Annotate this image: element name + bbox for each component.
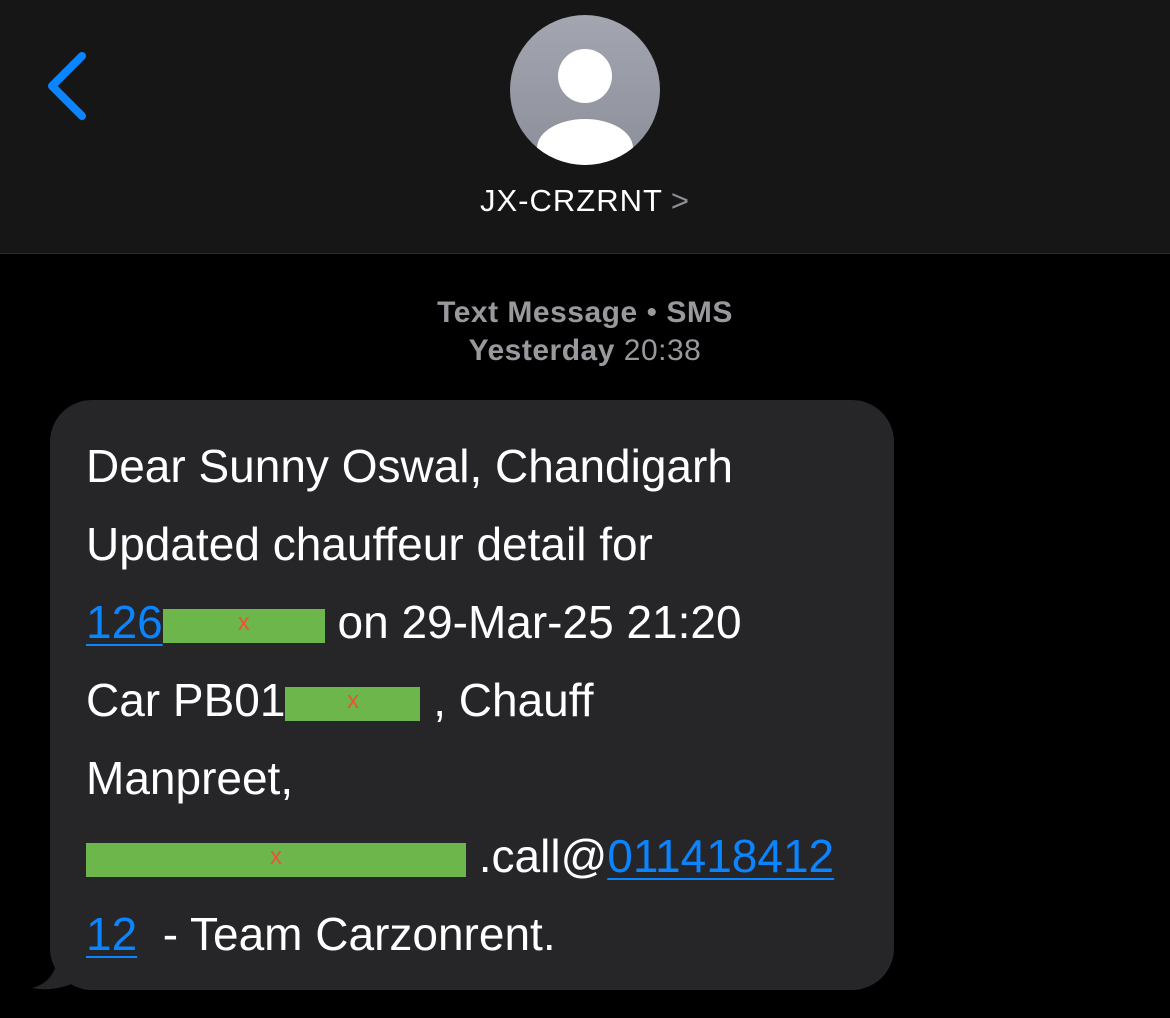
person-silhouette-icon — [537, 49, 633, 165]
call-label: .call@ — [466, 830, 608, 882]
car-number-redaction: x — [285, 686, 421, 721]
message-service-label: Text Message • SMS — [0, 296, 1170, 330]
contact-name: JX-CRZRNT — [479, 183, 663, 218]
call-number-link-continued[interactable]: 12 — [86, 908, 137, 960]
redaction-mark: x — [270, 842, 282, 870]
redaction-mark: x — [237, 608, 250, 636]
booking-date: on 29-Mar-25 21:20 — [324, 596, 742, 648]
car-number-prefix: Car PB01 — [86, 674, 286, 726]
contact-avatar[interactable] — [510, 15, 660, 165]
call-number-link[interactable]: 011418412 — [607, 830, 834, 882]
conversation-header: JX-CRZRNT > — [0, 0, 1170, 254]
message-line-2: Updated chauffeur detail for — [86, 518, 653, 570]
back-button[interactable] — [40, 48, 100, 124]
timestamp-day: Yesterday — [468, 334, 615, 367]
message-line-3: 126 x on 29-Mar-25 21:20 — [86, 599, 742, 645]
chauffeur-phone-link[interactable]: x — [86, 830, 466, 882]
booking-number-link[interactable]: 126 x — [86, 596, 325, 648]
redaction-mark: x — [346, 686, 359, 714]
message-line-6: x .call@011418412 — [86, 833, 834, 879]
message-service: SMS — [666, 296, 733, 329]
meta-separator: • — [637, 296, 667, 329]
chevron-right-icon: > — [670, 183, 691, 218]
message-kind: Text Message — [437, 296, 638, 329]
chevron-left-icon — [48, 52, 86, 120]
contact-name-button[interactable]: JX-CRZRNT > — [0, 183, 1170, 219]
message-line-1: Dear Sunny Oswal, Chandigarh — [86, 440, 733, 492]
message-line-5: Manpreet, — [86, 752, 294, 804]
message-line-4: Car PB01 x , Chauff — [86, 677, 593, 723]
booking-number-prefix: 126 — [86, 596, 163, 648]
message-timestamp: Yesterday 20:38 — [0, 334, 1170, 368]
chauffeur-label: , Chauff — [420, 674, 594, 726]
timestamp-time: 20:38 — [623, 334, 702, 367]
booking-number-redaction: x — [162, 608, 325, 643]
sign-off: - Team Carzonrent. — [137, 908, 556, 960]
message-line-7: 12 - Team Carzonrent. — [86, 911, 556, 957]
chauffeur-phone-redaction: x — [86, 842, 466, 877]
